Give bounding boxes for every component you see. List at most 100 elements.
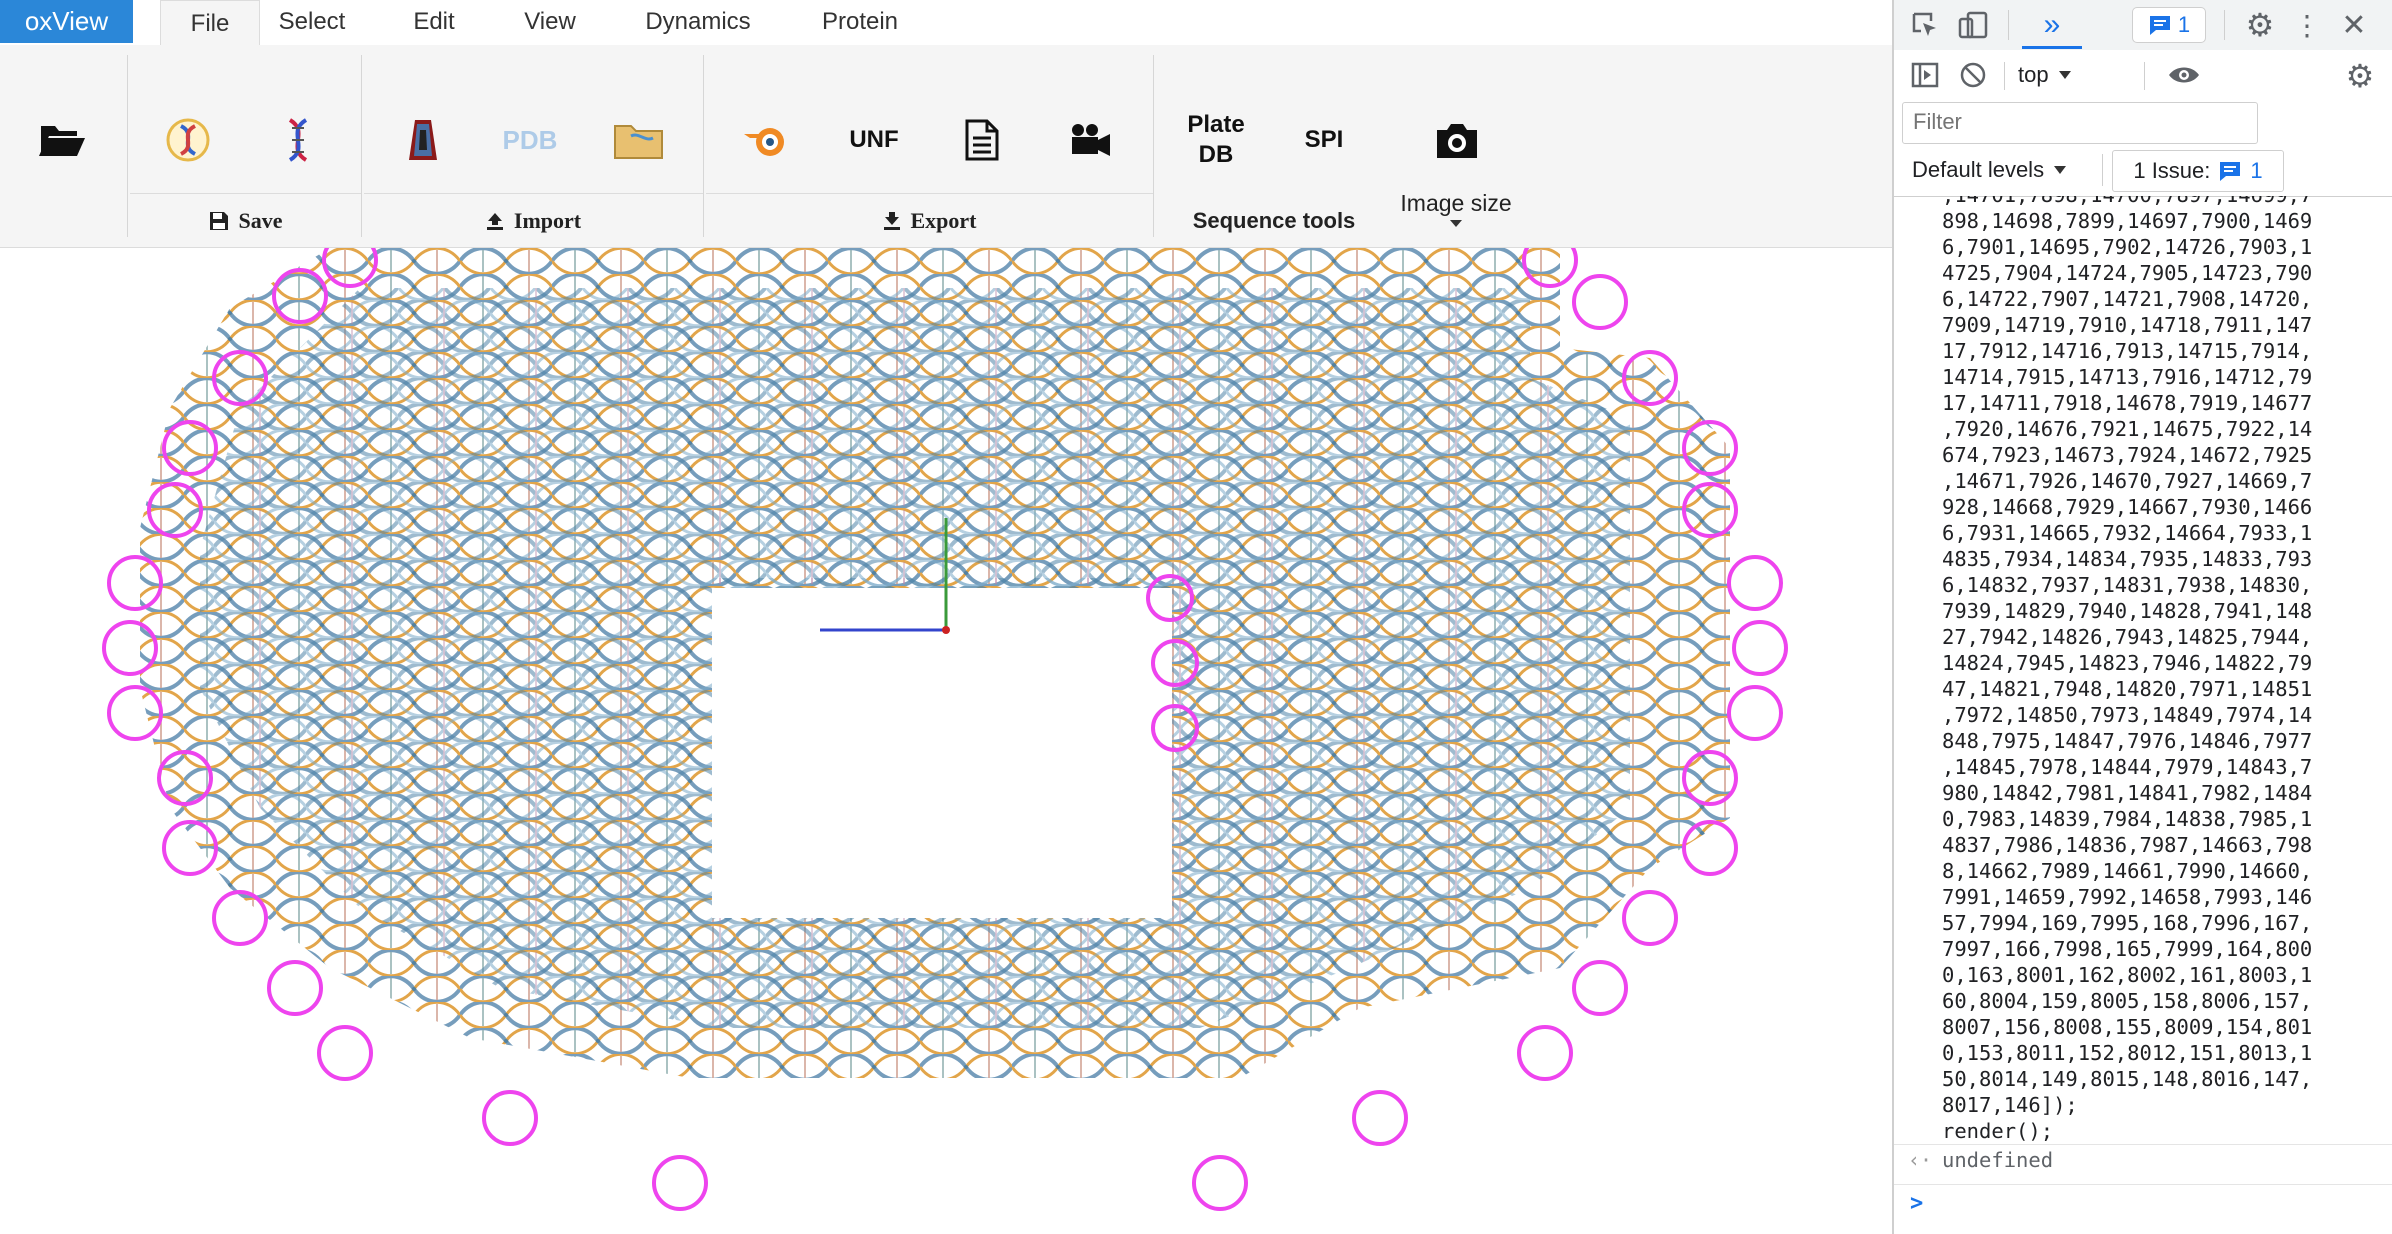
eye-icon: [2169, 67, 2199, 83]
plate-db-button[interactable]: Plate DB: [1171, 90, 1261, 190]
image-size-dropdown[interactable]: Image size: [1388, 190, 1524, 242]
save-dna-button[interactable]: [253, 90, 343, 190]
tab-view[interactable]: View: [510, 0, 590, 44]
live-expression-button[interactable]: [2164, 58, 2204, 92]
tab-protein[interactable]: Protein: [806, 0, 914, 44]
filter-input-wrap: [1902, 102, 2258, 144]
document-icon: [965, 119, 999, 161]
clear-console-button[interactable]: [1956, 58, 1990, 92]
filter-input[interactable]: [1911, 103, 2255, 141]
scene-viewport[interactable]: [0, 248, 1892, 1234]
blender-icon: [744, 128, 784, 156]
active-tab-underline: [2022, 46, 2082, 49]
console-result-value: undefined: [1942, 1148, 2054, 1172]
tab-select[interactable]: Select: [262, 0, 362, 44]
group-divider: [706, 193, 1153, 194]
import-pdb-button[interactable]: PDB: [485, 90, 575, 190]
close-devtools-button[interactable]: ✕: [2336, 7, 2372, 43]
divider: [2144, 62, 2145, 90]
device-icon: [1958, 11, 1988, 39]
divider: [2004, 62, 2005, 90]
double-chevron-icon: »: [2043, 8, 2061, 41]
log-levels-dropdown[interactable]: Default levels: [1912, 150, 2067, 190]
issues-badge-count: 1: [2177, 12, 2191, 37]
divider: [2008, 10, 2009, 40]
folder-icon: [614, 125, 663, 159]
sidebar-icon: [1911, 62, 1939, 88]
issues-counter-button[interactable]: 1 Issue: 1: [2112, 150, 2284, 192]
ribbon-separator: [703, 55, 704, 237]
oxview-file-icon: [166, 118, 210, 162]
caret-down-icon: [2058, 71, 2071, 79]
divider: [2102, 154, 2103, 186]
export-group-label: Export: [910, 208, 977, 233]
pdb-icon: PDB: [503, 125, 558, 155]
video-camera-icon: [1072, 124, 1110, 156]
message-icon: [2149, 16, 2170, 35]
upload-icon: [486, 213, 503, 230]
import-cadnano-button[interactable]: [378, 90, 468, 190]
prompt-chevron-icon: >: [1910, 1191, 1924, 1216]
oxview-app: oxView File Select Edit View Dynamics Pr…: [0, 0, 1892, 1234]
camera-icon: [1437, 124, 1477, 158]
caret-down-icon: [2054, 166, 2067, 174]
block-icon: [1960, 62, 1986, 88]
import-folder-button[interactable]: [594, 90, 684, 190]
import-group[interactable]: Import: [364, 200, 703, 242]
spi-button[interactable]: SPI: [1279, 90, 1369, 190]
toggle-sidebar-button[interactable]: [1908, 58, 1942, 92]
cadnano-icon: [409, 120, 437, 160]
tab-edit[interactable]: Edit: [398, 0, 470, 44]
close-icon: ✕: [2341, 8, 2367, 42]
download-icon: [883, 212, 900, 230]
save-group[interactable]: Save: [130, 200, 361, 242]
dna-icon: [288, 118, 308, 162]
import-group-label: Import: [513, 208, 582, 233]
ribbon-separator: [361, 55, 362, 237]
save-oxview-button[interactable]: [143, 90, 233, 190]
console-output[interactable]: ,14701,7898,14700,7897,14699,7 898,14698…: [1894, 196, 2392, 1234]
device-toolbar-button[interactable]: [1956, 8, 1990, 42]
settings-button[interactable]: ⚙: [2242, 7, 2278, 43]
folder-open-icon: [39, 126, 85, 156]
group-divider: [130, 193, 361, 194]
open-file-button[interactable]: [18, 90, 108, 190]
more-tabs-button[interactable]: »: [2028, 6, 2076, 44]
console-prompt-row[interactable]: >: [1894, 1184, 2392, 1225]
floppy-disk-icon: [209, 212, 228, 230]
issues-counter-count: 1: [2250, 158, 2263, 183]
inspect-element-button[interactable]: [1908, 8, 1942, 42]
ribbon-separator: [1153, 55, 1154, 237]
message-icon: [2220, 162, 2241, 181]
console-result-row: ‹· undefined: [1894, 1144, 2392, 1181]
brand-logo[interactable]: oxView: [0, 0, 133, 43]
context-selector[interactable]: top: [2018, 58, 2071, 92]
screenshot-button[interactable]: [1412, 90, 1502, 190]
export-unf-button[interactable]: UNF: [829, 90, 919, 190]
console-toolbar: top ⚙ Default levels 1 Issue: 1: [1894, 50, 2392, 197]
plate-db-label: Plate DB: [1187, 111, 1245, 168]
tab-file[interactable]: File: [160, 0, 260, 46]
caret-down-icon: [1450, 220, 1462, 227]
menu-bar: oxView File Select Edit View Dynamics Pr…: [0, 0, 1892, 46]
ribbon-toolbar: PDB UNF Plate DB SPI Save Import Export …: [0, 45, 1892, 248]
export-text-button[interactable]: [937, 90, 1027, 190]
save-group-label: Save: [238, 208, 283, 233]
more-options-button[interactable]: ⋮: [2292, 7, 2322, 43]
devtools-tabbar: » 1 ⚙ ⋮ ✕: [1894, 0, 2392, 51]
context-label: top: [2018, 62, 2049, 87]
console-command-text: ,14701,7898,14700,7897,14699,7 898,14698…: [1942, 196, 2313, 1143]
divider: [2224, 10, 2225, 40]
export-group[interactable]: Export: [706, 200, 1153, 242]
tab-dynamics[interactable]: Dynamics: [630, 0, 766, 44]
cursor-select-icon: [1912, 12, 1936, 36]
sequence-tools-group[interactable]: Sequence tools: [1160, 200, 1388, 242]
dna-origami-structure: [102, 248, 1788, 1211]
gear-icon: ⚙: [2345, 58, 2375, 94]
origami-body: [140, 248, 1730, 1078]
issues-badge-button[interactable]: 1: [2132, 7, 2206, 43]
export-video-button[interactable]: [1045, 90, 1135, 190]
export-blender-button[interactable]: [721, 90, 811, 190]
console-settings-button[interactable]: ⚙: [2342, 58, 2378, 94]
ribbon-separator: [127, 55, 128, 237]
